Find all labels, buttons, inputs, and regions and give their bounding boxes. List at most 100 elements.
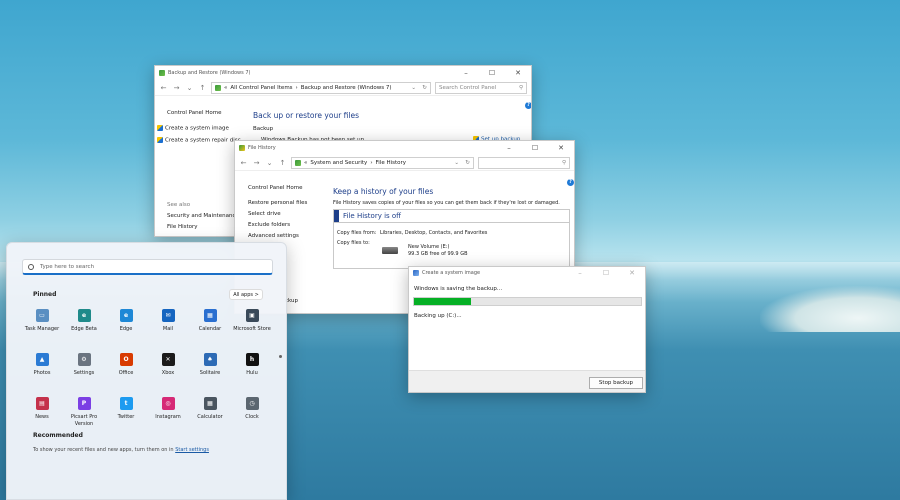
backup-address-bar[interactable]: « All Control Panel Items › Backup and R… [211, 81, 431, 94]
pinned-app-label: Mail [162, 326, 174, 332]
pinned-app-label: Picsart Pro Version [70, 414, 98, 427]
pinned-app[interactable]: ▭ Task Manager [21, 309, 63, 343]
file-history-address-bar[interactable]: « System and Security › File History ⌄ ↻ [291, 156, 474, 169]
pinned-app[interactable]: ▦ Calendar [189, 309, 231, 343]
close-button[interactable]: ✕ [505, 66, 531, 80]
breadcrumb-item[interactable]: File History [376, 160, 407, 166]
back-arrow-icon[interactable]: ← [239, 159, 248, 167]
up-arrow-icon[interactable]: ↑ [198, 84, 207, 92]
backup-progress-bar [413, 297, 642, 306]
pinned-app[interactable]: t Twitter [105, 397, 147, 431]
history-chevron-icon[interactable]: ⌄ [265, 159, 274, 167]
pinned-app[interactable]: ◷ Clock [231, 397, 273, 431]
pinned-app[interactable]: h Hulu [231, 353, 273, 387]
pinned-app-label: Solitaire [199, 370, 221, 376]
pinned-app[interactable]: ▤ News [21, 397, 63, 431]
pinned-app[interactable]: ◎ Instagram [147, 397, 189, 431]
system-image-icon [413, 270, 419, 276]
breadcrumb-item[interactable]: All Control Panel Items [230, 85, 292, 91]
file-history-search[interactable]: ⚲ [478, 156, 570, 169]
status-header: File History is off [334, 210, 569, 223]
chevron-down-icon[interactable]: ⌄ [454, 160, 459, 166]
close-button[interactable]: ✕ [548, 141, 574, 155]
restore-personal-files-link[interactable]: Restore personal files [248, 200, 307, 206]
pinned-app[interactable]: ✉ Mail [147, 309, 189, 343]
wallpaper-island [760, 286, 900, 332]
chevron-down-icon[interactable]: ⌄ [411, 85, 416, 91]
file-history-link[interactable]: File History [167, 224, 239, 230]
calculator-icon: ▦ [203, 397, 217, 410]
stop-backup-button[interactable]: Stop backup [589, 377, 643, 389]
pinned-app-label: Microsoft Store [233, 326, 271, 332]
pinned-app[interactable]: O Office [105, 353, 147, 387]
start-menu: Type here to search Pinned All apps > ▭ T… [6, 242, 287, 500]
pinned-app[interactable]: P Picsart Pro Version [63, 397, 105, 431]
minimize-button[interactable]: – [567, 267, 593, 279]
office-icon: O [119, 353, 133, 366]
edge-beta-icon: e [77, 309, 91, 322]
refresh-icon[interactable]: ↻ [465, 160, 470, 166]
all-apps-button[interactable]: All apps > [229, 289, 263, 300]
maximize-button[interactable]: ☐ [479, 66, 505, 80]
backup-heading: Back up or restore your files [253, 111, 360, 120]
pinned-app[interactable]: ♠ Solitaire [189, 353, 231, 387]
help-icon[interactable]: ? [525, 102, 531, 109]
pinned-app[interactable]: ✕ Xbox [147, 353, 189, 387]
pinned-app[interactable]: ⚙ Settings [63, 353, 105, 387]
pinned-app[interactable]: ▦ Calculator [189, 397, 231, 431]
breadcrumb-item[interactable]: Backup and Restore (Windows 7) [301, 85, 392, 91]
back-arrow-icon[interactable]: ← [159, 84, 168, 92]
chevron-right-icon: › [295, 84, 298, 91]
minimize-button[interactable]: – [496, 141, 522, 155]
pinned-app[interactable]: ▣ Microsoft Store [231, 309, 273, 343]
edge-icon: e [119, 309, 133, 322]
backup-section-label: Backup [253, 126, 274, 132]
task-manager-icon: ▭ [35, 309, 49, 322]
forward-arrow-icon[interactable]: → [252, 159, 261, 167]
history-chevron-icon[interactable]: ⌄ [185, 84, 194, 92]
maximize-button[interactable]: ☐ [593, 267, 619, 279]
breadcrumb-item[interactable]: System and Security [310, 160, 367, 166]
recommended-title: Recommended [33, 432, 83, 439]
file-history-titlebar[interactable]: File History – ☐ ✕ [235, 141, 574, 155]
system-image-title: Create a system image [422, 270, 481, 276]
page-indicator-dot[interactable] [279, 355, 282, 358]
control-panel-search[interactable]: Search Control Panel ⚲ [435, 81, 527, 94]
select-drive-link[interactable]: Select drive [248, 211, 307, 217]
backup-progress-fill [414, 298, 471, 305]
refresh-icon[interactable]: ↻ [422, 85, 427, 91]
system-image-titlebar[interactable]: Create a system image – ☐ ✕ [409, 267, 645, 279]
pinned-app[interactable]: e Edge [105, 309, 147, 343]
backing-up-text: Backing up (C:)... [414, 313, 462, 319]
control-panel-icon [215, 84, 221, 91]
nav-control-panel-home[interactable]: Control Panel Home [167, 110, 221, 116]
help-icon[interactable]: ? [567, 179, 574, 186]
pinned-app[interactable]: e Edge Beta [63, 309, 105, 343]
maximize-button[interactable]: ☐ [522, 141, 548, 155]
pinned-app[interactable]: ▲ Photos [21, 353, 63, 387]
search-placeholder: Search Control Panel [439, 84, 497, 91]
picsart-icon: P [77, 397, 91, 410]
instagram-icon: ◎ [161, 397, 175, 410]
see-also-label: See also [167, 202, 191, 208]
start-settings-link[interactable]: Start settings [175, 447, 209, 453]
store-icon: ▣ [245, 309, 259, 322]
create-system-image-link[interactable]: Create a system image [157, 125, 241, 132]
hulu-icon: h [245, 353, 259, 366]
up-arrow-icon[interactable]: ↑ [278, 159, 287, 167]
close-button[interactable]: ✕ [619, 267, 645, 279]
exclude-folders-link[interactable]: Exclude folders [248, 222, 307, 228]
file-history-description: File History saves copies of your files … [333, 200, 560, 206]
forward-arrow-icon[interactable]: → [172, 84, 181, 92]
file-history-status-panel: File History is off Copy files from: Lib… [333, 209, 570, 269]
control-panel-icon [295, 159, 301, 166]
create-repair-disc-link[interactable]: Create a system repair disc [157, 136, 241, 143]
backup-nav: Control Panel Home [167, 110, 221, 121]
backup-window-titlebar[interactable]: Backup and Restore (Windows 7) – ☐ ✕ [155, 66, 531, 80]
advanced-settings-link[interactable]: Advanced settings [248, 233, 307, 239]
nav-control-panel-home[interactable]: Control Panel Home [248, 185, 307, 191]
search-icon [28, 263, 34, 270]
start-search-box[interactable]: Type here to search [22, 259, 273, 275]
security-maintenance-link[interactable]: Security and Maintenance [167, 213, 239, 219]
minimize-button[interactable]: – [453, 66, 479, 80]
